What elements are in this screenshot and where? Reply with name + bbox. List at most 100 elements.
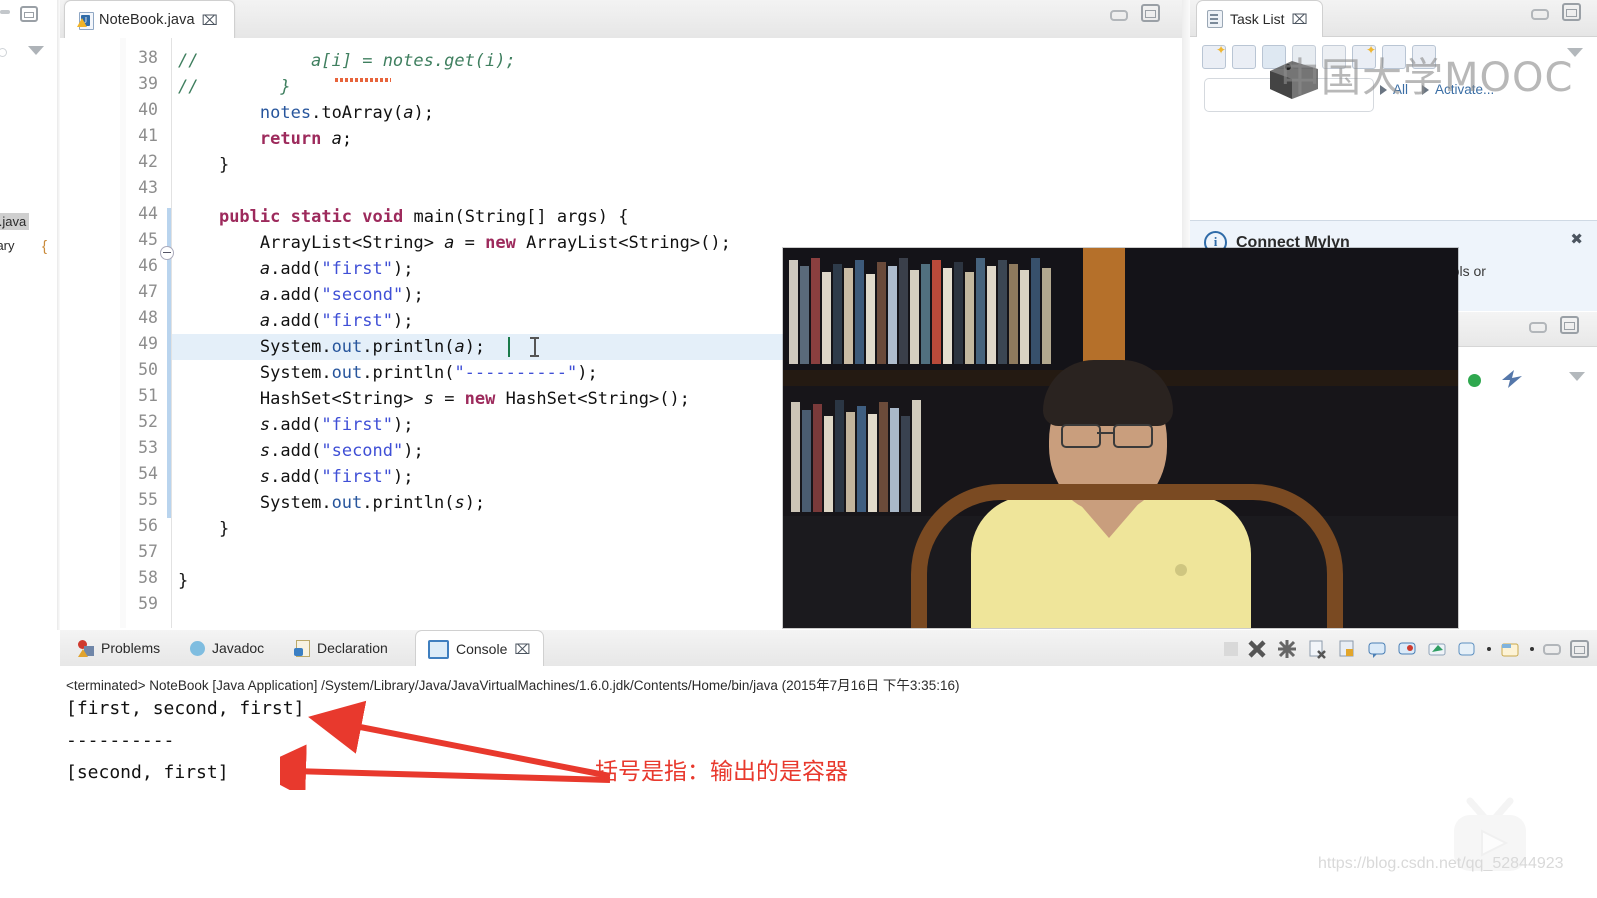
dropdown-dot-icon[interactable] xyxy=(1487,647,1491,651)
status-dot-icon xyxy=(1468,374,1481,387)
line-number: 42 xyxy=(138,152,158,171)
code-line[interactable]: s.add("first"); xyxy=(178,464,414,490)
problems-icon xyxy=(78,639,94,657)
tree-item-library[interactable]: ibrary xyxy=(0,238,15,253)
presenter-glasses-right xyxy=(1113,424,1153,448)
line-number: 55 xyxy=(138,490,158,509)
line-number: 43 xyxy=(138,178,158,197)
code-line[interactable]: a.add("second"); xyxy=(178,282,424,308)
code-line[interactable]: System.out.println(a); xyxy=(178,334,485,360)
close-icon[interactable]: ⌧ xyxy=(514,642,530,656)
annotation-arrows xyxy=(280,700,611,790)
tab-problems-label: Problems xyxy=(101,640,161,656)
code-line[interactable]: HashSet<String> s = new HashSet<String>(… xyxy=(178,386,690,412)
maximize-icon[interactable] xyxy=(1141,4,1160,22)
code-line[interactable]: } xyxy=(178,516,229,542)
tab-declaration-label: Declaration xyxy=(317,640,388,656)
remove-all-launches-icon[interactable] xyxy=(1277,639,1298,659)
pin-console-icon[interactable] xyxy=(1427,639,1448,659)
code-line[interactable]: a.add("first"); xyxy=(178,256,414,282)
line-number: 50 xyxy=(138,360,158,379)
annotation-text: 括号是指：输出的是容器 xyxy=(595,759,848,785)
show-console-on-error-icon[interactable] xyxy=(1397,639,1418,659)
close-icon[interactable]: ⌧ xyxy=(202,13,218,27)
line-number: 54 xyxy=(138,464,158,483)
line-number: 58 xyxy=(138,568,158,587)
console-output-line-1: [first, second, first] xyxy=(66,698,305,719)
show-console-on-output-icon[interactable] xyxy=(1367,639,1388,659)
tab-javadoc-label: Javadoc xyxy=(212,640,265,656)
editor-tab-notebook-java[interactable]: J NoteBook.java ⌧ xyxy=(64,0,235,39)
close-icon[interactable]: ✖ xyxy=(1570,232,1583,247)
error-squiggle xyxy=(335,78,391,82)
task-list-icon xyxy=(1207,10,1223,28)
line-number: 40 xyxy=(138,100,158,119)
display-console-icon[interactable] xyxy=(1457,639,1478,659)
maximize-icon[interactable] xyxy=(1562,3,1581,21)
code-line[interactable]: s.add("second"); xyxy=(178,438,424,464)
mouse-ibeam-cursor xyxy=(530,337,539,357)
line-number: 38 xyxy=(138,48,158,67)
line-number: 44 xyxy=(138,204,158,223)
console-output-line-3: [second, first] xyxy=(66,762,229,783)
code-line[interactable]: System.out.println("----------"); xyxy=(178,360,598,386)
line-number: 59 xyxy=(138,594,158,613)
minimize-icon[interactable] xyxy=(1110,10,1128,21)
new-task-icon[interactable]: ✦ xyxy=(1202,44,1226,69)
minimize-icon[interactable] xyxy=(1543,643,1561,655)
fold-marker-icon[interactable] xyxy=(160,246,174,260)
minimize-icon[interactable] xyxy=(1529,322,1547,333)
terminate-icon[interactable] xyxy=(1224,642,1238,656)
open-console-icon[interactable] xyxy=(1500,639,1521,659)
line-number: 53 xyxy=(138,438,158,457)
code-line[interactable]: return a; xyxy=(178,126,352,152)
bird-icon[interactable] xyxy=(1500,368,1524,390)
mooc-watermark: 中国大学MOOC xyxy=(1280,55,1574,101)
tab-console[interactable]: Console ⌧ xyxy=(415,630,544,667)
search-task-icon[interactable] xyxy=(1232,45,1256,69)
code-line[interactable]: } xyxy=(178,152,229,178)
restore-icon[interactable] xyxy=(20,6,38,22)
tree-item-file[interactable]: ok.java xyxy=(0,213,30,230)
code-line[interactable]: } xyxy=(178,568,188,594)
remove-launch-icon[interactable] xyxy=(1247,639,1268,659)
code-line[interactable]: System.out.println(s); xyxy=(178,490,485,516)
minimize-icon[interactable] xyxy=(0,10,10,14)
line-number: 57 xyxy=(138,542,158,561)
code-line[interactable]: a.add("first"); xyxy=(178,308,414,334)
code-line[interactable]: notes.toArray(a); xyxy=(178,100,434,126)
presenter-hair xyxy=(1043,360,1173,426)
console-output-line-2: ---------- xyxy=(66,730,175,751)
tab-console-label: Console xyxy=(456,641,508,657)
code-line[interactable]: // a[i] = notes.get(i); xyxy=(178,48,516,74)
line-number: 46 xyxy=(138,256,158,275)
code-line[interactable]: public static void main(String[] args) { xyxy=(178,204,629,230)
scroll-lock-icon[interactable] xyxy=(1337,639,1358,659)
tab-javadoc[interactable]: Javadoc xyxy=(178,630,276,666)
tab-problems[interactable]: Problems xyxy=(66,630,172,666)
presenter-glasses-bridge xyxy=(1097,432,1113,434)
code-line[interactable]: // } xyxy=(178,74,291,100)
maximize-icon[interactable] xyxy=(1570,640,1589,658)
code-line[interactable]: s.add("first"); xyxy=(178,412,414,438)
dropdown-dot-icon-2[interactable] xyxy=(1530,647,1534,651)
presenter-glasses-left xyxy=(1061,424,1101,448)
minimize-icon[interactable] xyxy=(1531,9,1549,20)
chevron-down-icon[interactable] xyxy=(28,46,44,55)
chevron-down-icon[interactable] xyxy=(1569,372,1585,381)
line-number: 39 xyxy=(138,74,158,93)
line-number: 56 xyxy=(138,516,158,535)
clear-console-icon[interactable] xyxy=(1307,639,1328,659)
close-icon[interactable]: ⌧ xyxy=(1291,12,1307,26)
editor-tab-label: NoteBook.java xyxy=(99,12,195,28)
chair-back xyxy=(911,484,1343,628)
maximize-icon[interactable] xyxy=(1560,316,1579,334)
code-line[interactable]: ArrayList<String> a = new ArrayList<Stri… xyxy=(178,230,731,256)
declaration-icon xyxy=(294,639,310,657)
tab-task-list[interactable]: Task List ⌧ xyxy=(1196,0,1323,37)
task-list-tab-label: Task List xyxy=(1230,11,1285,27)
line-number: 41 xyxy=(138,126,158,145)
text-caret xyxy=(508,337,510,357)
view-dot-icon xyxy=(0,48,7,57)
tab-declaration[interactable]: Declaration xyxy=(282,630,400,666)
